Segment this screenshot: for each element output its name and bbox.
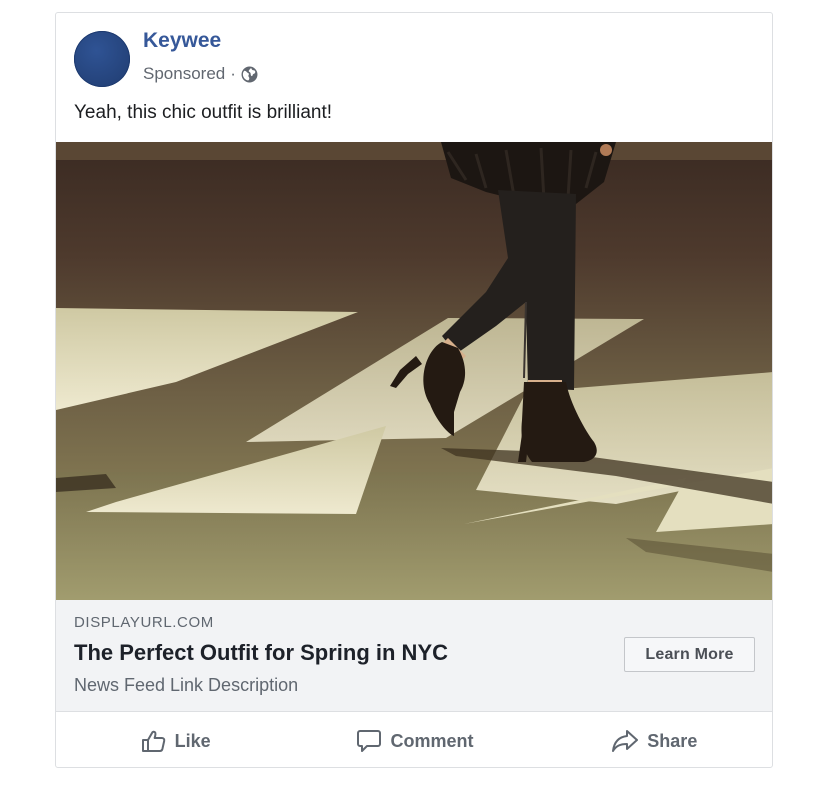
post-actions-bar: Like Comment Share (56, 713, 772, 767)
post-message: Yeah, this chic outfit is brilliant! (74, 102, 333, 123)
speech-bubble-icon (357, 730, 382, 752)
post-meta: Sponsored · (143, 64, 258, 84)
link-headline[interactable]: The Perfect Outfit for Spring in NYC (74, 640, 448, 666)
share-arrow-icon (612, 730, 639, 752)
link-description: News Feed Link Description (74, 675, 299, 695)
link-preview[interactable]: DISPLAYURL.COM The Perfect Outfit for Sp… (56, 600, 772, 712)
share-button[interactable]: Share (535, 713, 772, 767)
sponsored-post-card: Keywee Sponsored · Yeah, this chic outfi… (55, 12, 773, 768)
display-url: DISPLAYURL.COM (74, 614, 214, 631)
sponsored-label[interactable]: Sponsored (143, 64, 225, 84)
page-avatar[interactable] (74, 31, 130, 87)
globe-icon[interactable] (241, 66, 258, 83)
page-name-link[interactable]: Keywee (143, 29, 221, 53)
share-label: Share (647, 730, 698, 751)
comment-label: Comment (390, 730, 474, 751)
like-button[interactable]: Like (56, 713, 295, 767)
meta-separator: · (230, 64, 236, 83)
like-label: Like (174, 730, 211, 751)
post-image[interactable] (56, 142, 773, 600)
post-header: Keywee Sponsored · (56, 13, 772, 103)
learn-more-button[interactable]: Learn More (624, 637, 755, 672)
thumbs-up-icon (141, 730, 165, 752)
comment-button[interactable]: Comment (295, 713, 534, 767)
